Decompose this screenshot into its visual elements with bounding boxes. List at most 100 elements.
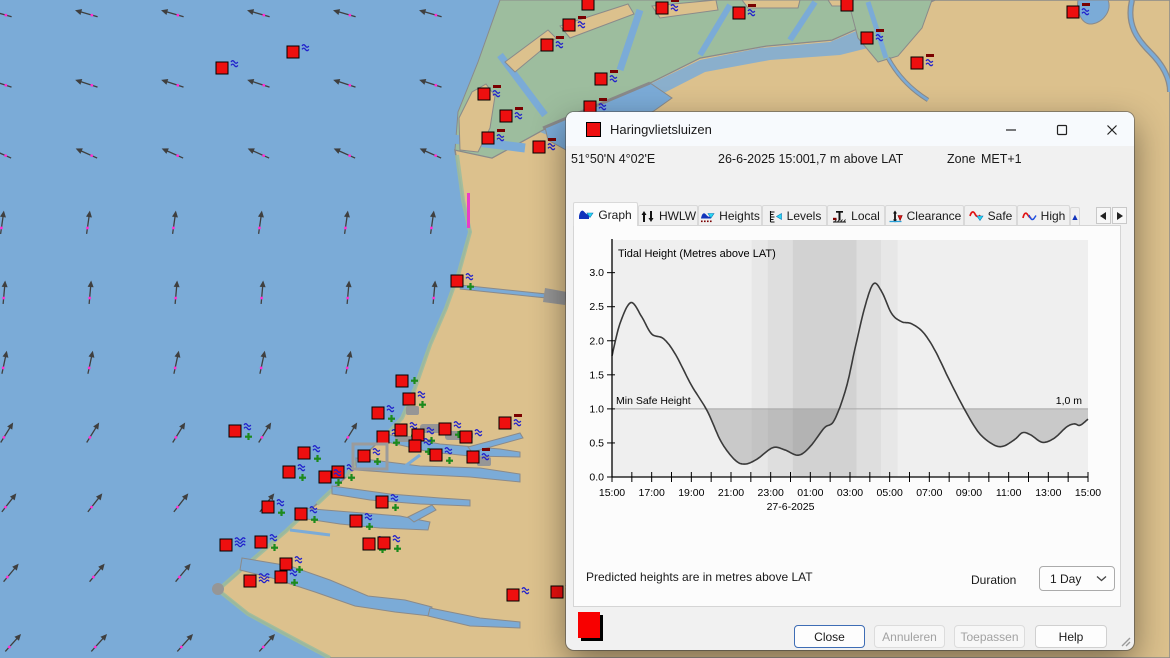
zone-label: Zone — [947, 152, 976, 166]
tab-label: HWLW — [658, 209, 697, 223]
tab-label: High — [1040, 209, 1066, 223]
tab-label: Graph — [598, 207, 632, 222]
safe-icon — [968, 210, 984, 221]
tidal-height-chart[interactable]: 0.0 0.5 1.0 1.5 2.0 2.5 3.0 15:00 17:00 19:00 21:0… — [576, 230, 1116, 522]
close-window-button[interactable] — [1097, 119, 1127, 140]
heights-icon — [701, 212, 715, 222]
hwlw-mark-icon — [876, 29, 884, 32]
app-screen: Haringvlietsluizen 51°50'N 4°02'E 26-6-2… — [0, 0, 1170, 658]
svg-text:09:00: 09:00 — [956, 487, 982, 499]
tab-high[interactable]: High — [1017, 205, 1070, 226]
magenta-boundary-line — [467, 193, 470, 228]
tab-bar: Graph HWLW Heights Levels Local Clearance Safe… — [573, 202, 1070, 226]
hwlw-mark-icon — [610, 70, 618, 73]
dialog-title: Haringvlietsluizen — [610, 121, 712, 137]
svg-text:15:00: 15:00 — [599, 487, 625, 499]
graph-tab-page: 0.0 0.5 1.0 1.5 2.0 2.5 3.0 15:00 17:00 19:00 21:0… — [573, 225, 1121, 607]
svg-text:07:00: 07:00 — [916, 487, 942, 499]
hwlw-mark-icon — [748, 4, 756, 7]
svg-text:21:00: 21:00 — [718, 487, 744, 499]
station-symbol-legend — [578, 612, 600, 638]
annuleren-button: Annuleren — [874, 625, 945, 648]
clearance-icon — [889, 210, 903, 222]
svg-text:15:00: 15:00 — [1075, 487, 1101, 499]
hwlw-mark-icon — [671, 0, 679, 2]
maximize-icon — [1056, 124, 1068, 135]
hwlw-mark-icon — [599, 98, 607, 101]
tab-local[interactable]: Local — [827, 205, 885, 226]
svg-text:17:00: 17:00 — [639, 487, 665, 499]
svg-text:0.5: 0.5 — [589, 437, 604, 449]
svg-text:1.5: 1.5 — [589, 369, 604, 381]
svg-text:23:00: 23:00 — [758, 487, 784, 499]
svg-text:2.0: 2.0 — [589, 335, 604, 347]
svg-text:2.5: 2.5 — [589, 301, 604, 313]
hwlw-icon — [641, 210, 654, 222]
svg-text:0.0: 0.0 — [589, 472, 604, 484]
hwlw-mark-icon — [514, 414, 522, 417]
minimize-icon — [1006, 128, 1016, 131]
date-label: 27-6-2025 — [767, 501, 815, 513]
tab-label: Local — [851, 209, 880, 223]
zone-value: MET+1 — [981, 152, 1022, 166]
tab-safe[interactable]: Safe — [964, 205, 1017, 226]
resize-grip[interactable] — [1119, 635, 1131, 647]
hwlw-mark-icon — [548, 138, 556, 141]
hwlw-mark-icon — [497, 129, 505, 132]
toepassen-button: Toepassen — [954, 625, 1025, 648]
tab-label: Levels — [786, 209, 822, 223]
close-icon — [1107, 124, 1117, 135]
svg-text:03:00: 03:00 — [837, 487, 863, 499]
duration-select[interactable]: 1 Day — [1039, 566, 1115, 591]
night-band — [856, 240, 881, 477]
close-button[interactable]: Close — [794, 625, 865, 648]
tab-graph[interactable]: Graph — [573, 202, 638, 226]
min-safe-label: Min Safe Height — [616, 395, 691, 407]
tab-scroll-left-button[interactable] — [1096, 207, 1111, 224]
tab-hwlw[interactable]: HWLW — [638, 205, 698, 226]
station-marker-icon — [586, 121, 601, 137]
tide-station-dialog[interactable]: Haringvlietsluizen 51°50'N 4°02'E 26-6-2… — [566, 112, 1134, 650]
station-position: 51°50'N 4°02'E — [571, 152, 656, 166]
svg-text:19:00: 19:00 — [678, 487, 704, 499]
help-button[interactable]: Help — [1035, 625, 1107, 648]
svg-text:3.0: 3.0 — [589, 267, 604, 279]
minimize-button[interactable] — [996, 119, 1026, 140]
levels-icon — [769, 210, 782, 223]
current-height: 1,7 m above LAT — [809, 152, 904, 166]
hwlw-mark-icon — [493, 85, 501, 88]
tab-label: Heights — [719, 209, 760, 223]
tab-clearance[interactable]: Clearance — [885, 205, 964, 226]
min-safe-value: 1,0 m — [1056, 395, 1083, 407]
tab-scroll-right-button[interactable] — [1112, 207, 1127, 224]
tab-heights[interactable]: Heights — [698, 205, 762, 226]
current-datetime: 26-6-2025 15:00 — [718, 152, 810, 166]
high-icon — [1021, 211, 1037, 220]
chart-title: Tidal Height (Metres above LAT) — [618, 248, 776, 260]
hwlw-mark-icon — [482, 448, 490, 451]
chevron-down-icon — [1096, 576, 1107, 582]
tab-partial[interactable]: ▲ — [1070, 207, 1080, 226]
svg-text:05:00: 05:00 — [877, 487, 903, 499]
duration-label: Duration — [971, 573, 1017, 587]
chart-footnote: Predicted heights are in metres above LA… — [586, 570, 813, 584]
hwlw-mark-icon — [578, 16, 586, 19]
hwlw-mark-icon — [1082, 3, 1090, 6]
tab-label: Clearance — [906, 209, 962, 223]
maximize-button[interactable] — [1047, 119, 1077, 140]
hwlw-mark-icon — [926, 54, 934, 57]
graph-icon — [579, 210, 594, 219]
tab-label: Safe — [987, 209, 1013, 223]
svg-text:1.0: 1.0 — [589, 403, 604, 415]
night-band — [880, 240, 898, 477]
svg-text:13:00: 13:00 — [1035, 487, 1061, 499]
local-icon — [833, 210, 847, 222]
svg-text:01:00: 01:00 — [797, 487, 823, 499]
hwlw-mark-icon — [515, 107, 523, 110]
scroll-left-icon — [1100, 211, 1106, 220]
hwlw-mark-icon — [556, 36, 564, 39]
scroll-right-icon — [1117, 211, 1123, 220]
svg-text:11:00: 11:00 — [996, 487, 1022, 499]
duration-value: 1 Day — [1050, 571, 1082, 586]
tab-levels[interactable]: Levels — [762, 205, 827, 226]
